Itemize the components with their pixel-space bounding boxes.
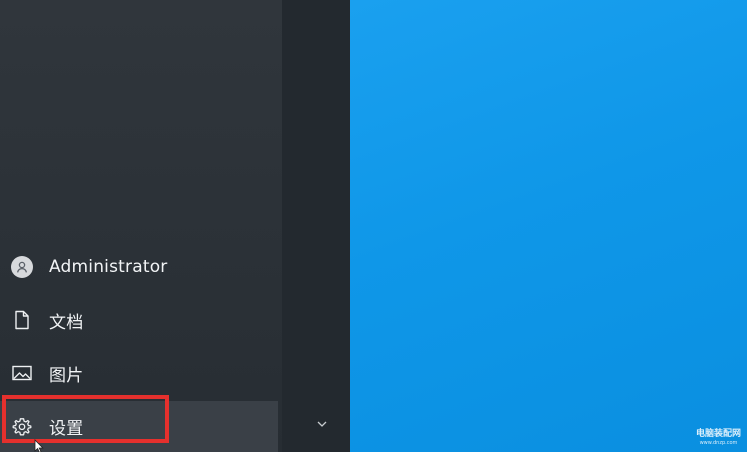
watermark-title: 电脑装配网 — [695, 429, 741, 439]
pictures-button[interactable]: 图片 — [0, 351, 280, 395]
screen: Administrator 文档 图片 设置 电脑装配网 www.dnzp.co… — [0, 0, 747, 452]
picture-icon — [10, 361, 34, 385]
chevron-down-icon[interactable] — [312, 414, 332, 434]
desktop-background — [350, 0, 747, 452]
documents-button[interactable]: 文档 — [0, 298, 280, 342]
pictures-label: 图片 — [49, 365, 84, 386]
watermark: 电脑装配网 www.dnzp.com — [696, 429, 741, 447]
mouse-pointer-icon — [34, 438, 44, 452]
settings-label: 设置 — [49, 419, 84, 439]
watermark-url: www.dnzp.com — [699, 440, 738, 446]
start-menu: Administrator 文档 图片 设置 — [0, 0, 350, 452]
document-icon — [10, 308, 34, 332]
documents-label: 文档 — [49, 312, 84, 333]
start-menu-tile-column — [282, 0, 350, 452]
user-account-button[interactable]: Administrator — [0, 245, 280, 289]
gear-icon — [10, 415, 34, 439]
user-avatar-icon — [10, 255, 34, 279]
user-name-label: Administrator — [49, 257, 168, 277]
